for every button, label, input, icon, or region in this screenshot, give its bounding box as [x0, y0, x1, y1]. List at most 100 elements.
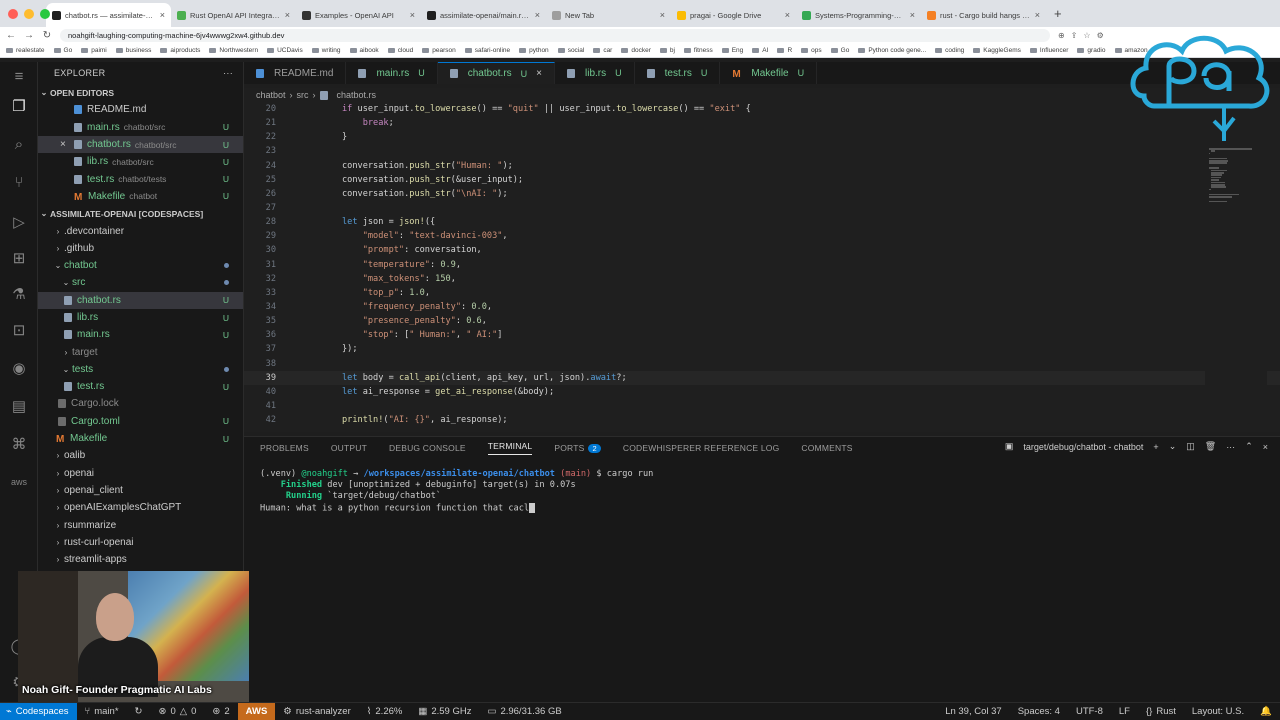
line-ending[interactable]: LF: [1111, 703, 1138, 720]
terminal-name[interactable]: target/debug/chatbot - chatbot: [1023, 442, 1143, 452]
bookmark-folder[interactable]: Python code gene...: [858, 47, 926, 54]
code-editor[interactable]: 20 if user_input.to_lowercase() == "quit"…: [244, 102, 1280, 432]
code-line[interactable]: 30 "prompt": conversation,: [244, 243, 1280, 257]
code-line[interactable]: 25 conversation.push_str(&user_input);: [244, 173, 1280, 187]
browser-tab[interactable]: assimilate-openai/main.rs at m ×: [421, 3, 546, 27]
open-editor-item[interactable]: main.rs chatbot/src U: [38, 119, 243, 136]
github-icon[interactable]: ◉: [9, 358, 29, 378]
new-terminal-icon[interactable]: +: [1153, 442, 1158, 452]
run-debug-icon[interactable]: ▷: [9, 212, 29, 232]
zoom-icon[interactable]: ⊕: [1058, 31, 1065, 40]
code-line[interactable]: 38: [244, 357, 1280, 371]
open-editor-item[interactable]: × chatbot.rs chatbot/src U: [38, 135, 243, 154]
breadcrumb-item[interactable]: chatbot.rs: [337, 90, 377, 100]
tree-folder[interactable]: › rsummarize: [38, 516, 243, 533]
tree-folder[interactable]: › openAIExamplesChatGPT: [38, 499, 243, 516]
code-line[interactable]: 33 "top_p": 1.0,: [244, 286, 1280, 300]
editor-tab[interactable]: main.rs U: [346, 62, 438, 84]
bookmark-folder[interactable]: Go: [830, 47, 849, 54]
bookmark-folder[interactable]: writing: [311, 47, 341, 54]
close-icon[interactable]: ×: [910, 10, 915, 20]
tab-comments[interactable]: COMMENTS: [801, 443, 852, 453]
browser-tab[interactable]: Rust OpenAI API Integration ×: [171, 3, 296, 27]
ports-indicator[interactable]: ⊛ 2: [204, 703, 237, 720]
tree-file[interactable]: lib.rs U: [38, 309, 243, 326]
aws-icon[interactable]: aws: [9, 472, 29, 492]
editor-tab[interactable]: README.md: [244, 62, 347, 84]
code-line[interactable]: 24 conversation.push_str("Human: ");: [244, 159, 1280, 173]
terminal-output[interactable]: (.venv) @noahgift → /workspaces/assimila…: [260, 469, 1260, 514]
rust-analyzer-indicator[interactable]: ⚙ rust-analyzer: [275, 703, 358, 720]
split-terminal-icon[interactable]: ◫: [1186, 441, 1195, 452]
testing-icon[interactable]: ⚗: [9, 284, 29, 304]
code-line[interactable]: 37});: [244, 342, 1280, 356]
branch-indicator[interactable]: ⑂ main*: [77, 703, 127, 720]
codewhisperer-icon[interactable]: ⌘: [9, 434, 29, 454]
share-icon[interactable]: ⇪: [1071, 31, 1078, 40]
code-line[interactable]: 26 conversation.push_str("\nAI: ");: [244, 187, 1280, 201]
explorer-icon[interactable]: ❐: [9, 96, 29, 116]
bookmark-folder[interactable]: bj: [659, 47, 675, 54]
code-line[interactable]: 28 let json = json!({: [244, 215, 1280, 229]
bookmark-folder[interactable]: aiproducts: [160, 47, 200, 54]
extensions-icon[interactable]: ⚙: [1097, 31, 1104, 40]
bookmark-folder[interactable]: social: [557, 47, 584, 54]
close-icon[interactable]: ×: [536, 68, 542, 79]
new-tab-button[interactable]: +: [1046, 6, 1070, 27]
tree-folder[interactable]: › rust-curl-openai: [38, 534, 243, 551]
tree-folder[interactable]: › .github: [38, 240, 243, 257]
code-line[interactable]: 39 let body = call_api(client, api_key, u…: [244, 370, 1280, 385]
bookmark-folder[interactable]: fitness: [683, 47, 713, 54]
bookmark-folder[interactable]: KaggleGems: [973, 47, 1021, 54]
close-icon[interactable]: ×: [160, 10, 165, 20]
remote-explorer-icon[interactable]: ⊡: [9, 320, 29, 340]
bookmark-star-icon[interactable]: ☆: [1083, 31, 1090, 40]
tree-folder[interactable]: ⌄ tests: [38, 361, 243, 378]
tree-folder[interactable]: › openai_client: [38, 482, 243, 499]
open-editor-item[interactable]: lib.rs chatbot/src U: [38, 153, 243, 170]
breadcrumb-item[interactable]: chatbot: [256, 90, 286, 100]
tree-file[interactable]: chatbot.rs U: [38, 291, 243, 309]
search-icon[interactable]: ⌕: [9, 134, 29, 154]
close-icon[interactable]: ×: [660, 10, 665, 20]
editor-tab[interactable]: M Makefile U: [720, 62, 818, 84]
bookmark-folder[interactable]: car: [593, 47, 612, 54]
tab-problems[interactable]: PROBLEMS: [260, 443, 309, 453]
chevron-down-icon[interactable]: ⌄: [1169, 441, 1177, 452]
bookmark-folder[interactable]: realestate: [6, 47, 45, 54]
bookmark-folder[interactable]: python: [519, 47, 549, 54]
close-icon[interactable]: ×: [1035, 10, 1040, 20]
code-line[interactable]: 41: [244, 399, 1280, 413]
bookmark-folder[interactable]: UCDavis: [267, 47, 303, 54]
docker-icon[interactable]: ▤: [9, 396, 29, 416]
tab-codewhisperer-log[interactable]: CODEWHISPERER REFERENCE LOG: [623, 443, 780, 453]
tab-debug-console[interactable]: DEBUG CONSOLE: [389, 443, 466, 453]
browser-tab[interactable]: chatbot.rs — assimilate-openai ×: [46, 3, 171, 27]
bookmark-folder[interactable]: Go: [53, 47, 72, 54]
keyboard-layout[interactable]: Layout: U.S.: [1184, 703, 1252, 720]
browser-tab[interactable]: pragai - Google Drive ×: [671, 3, 796, 27]
bookmark-folder[interactable]: ops: [801, 47, 822, 54]
tree-file[interactable]: Cargo.toml U: [38, 413, 243, 430]
more-actions-icon[interactable]: ···: [1226, 442, 1235, 452]
notifications-bell-icon[interactable]: 🔔: [1252, 703, 1280, 720]
bookmark-folder[interactable]: Influencer: [1029, 47, 1068, 54]
tree-file[interactable]: Cargo.lock: [38, 395, 243, 412]
close-icon[interactable]: ×: [285, 10, 290, 20]
extensions-icon[interactable]: ⊞: [9, 248, 29, 268]
reload-icon[interactable]: ↻: [42, 30, 52, 41]
remote-indicator[interactable]: ⌁ Codespaces: [0, 702, 77, 720]
source-control-icon[interactable]: ⑂: [9, 172, 29, 192]
code-line[interactable]: 32 "max_tokens": 150,: [244, 272, 1280, 286]
bookmark-folder[interactable]: aibook: [349, 47, 379, 54]
editor-tab[interactable]: chatbot.rs U ×: [437, 62, 556, 84]
open-editor-item[interactable]: README.md: [38, 101, 243, 118]
tree-file[interactable]: test.rs U: [38, 378, 243, 395]
close-icon[interactable]: ×: [60, 139, 74, 150]
tree-folder[interactable]: › oalib: [38, 447, 243, 464]
bookmark-folder[interactable]: paimi: [81, 47, 107, 54]
browser-tab[interactable]: rust - Cargo build hangs with ×: [921, 3, 1046, 27]
maximize-window-icon[interactable]: [40, 9, 50, 19]
back-icon[interactable]: ←: [6, 30, 16, 41]
more-actions-icon[interactable]: ···: [223, 68, 233, 78]
